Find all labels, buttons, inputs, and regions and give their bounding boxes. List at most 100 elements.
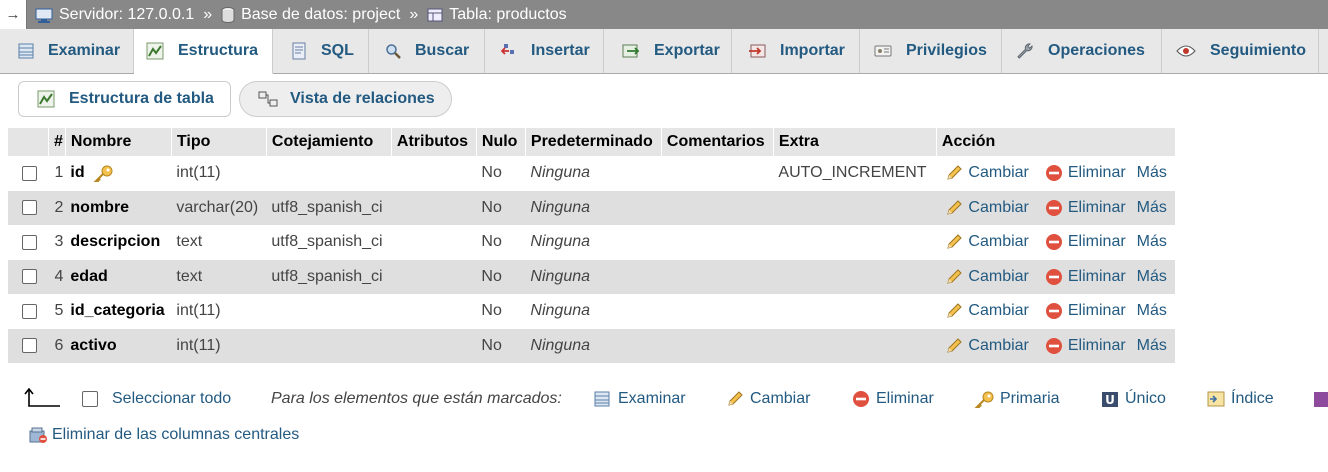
row-select[interactable] — [8, 294, 49, 329]
database-icon — [221, 6, 235, 23]
drop-button[interactable]: Eliminar — [1045, 164, 1126, 181]
row-checkbox[interactable] — [22, 338, 37, 354]
tab-importar[interactable]: Importar — [732, 29, 860, 73]
row-select[interactable] — [8, 259, 49, 294]
breadcrumb-database[interactable]: Base de datos: project — [221, 6, 400, 24]
select-all-checkbox[interactable] — [82, 391, 98, 407]
drop-button[interactable]: Eliminar — [1045, 337, 1126, 354]
change-button[interactable]: Cambiar — [945, 268, 1029, 285]
central-columns-icon — [29, 427, 47, 443]
breadcrumb-separator: » — [409, 5, 419, 23]
breadcrumb-server[interactable]: Servidor: 127.0.0.1 — [35, 6, 194, 24]
wrench-icon — [1017, 43, 1033, 59]
cell-type: text — [171, 225, 267, 260]
bulk-index-label: Índice — [1231, 390, 1274, 407]
eye-icon — [1176, 45, 1196, 57]
drop-icon — [1045, 268, 1062, 285]
tab-insertar[interactable]: Insertar — [485, 29, 604, 73]
header-comments: Comentarios — [661, 128, 774, 156]
cell-extra — [773, 190, 937, 225]
remove-central-columns-button[interactable]: Eliminar de las columnas centrales — [28, 426, 299, 444]
cell-default: Ninguna — [525, 259, 662, 294]
drop-icon — [1045, 337, 1062, 354]
tab-exportar[interactable]: Exportar — [604, 29, 732, 73]
tab-operaciones[interactable]: Operaciones — [1002, 29, 1162, 73]
pencil-icon — [947, 268, 963, 284]
subtab-relation-view[interactable]: Vista de relaciones — [239, 81, 452, 117]
drop-button[interactable]: Eliminar — [1045, 302, 1126, 319]
tab-label: Importar — [780, 42, 845, 59]
cell-extra — [773, 328, 937, 363]
more-button[interactable]: Más — [1137, 337, 1167, 354]
bulk-index-button[interactable]: Índice — [1207, 390, 1274, 408]
tab-label: Seguimiento — [1210, 42, 1307, 59]
cell-comments — [661, 328, 774, 363]
search-icon — [386, 44, 401, 59]
select-all[interactable]: Seleccionar todo — [82, 390, 231, 408]
tab-buscar[interactable]: Buscar — [369, 29, 485, 73]
column-name: id_categoria — [70, 302, 165, 320]
header-num: # — [48, 128, 66, 156]
cell-default: Ninguna — [525, 225, 662, 260]
row-checkbox[interactable] — [22, 165, 37, 181]
row-select[interactable] — [8, 156, 49, 191]
tab-privilegios[interactable]: Privilegios — [860, 29, 1002, 73]
row-checkbox[interactable] — [22, 303, 37, 319]
tab-label: Estructura — [178, 42, 259, 59]
server-icon — [35, 8, 53, 23]
bulk-unique-button[interactable]: U Único — [1101, 390, 1166, 408]
subtab-label: Estructura de tabla — [69, 90, 214, 107]
cell-collation: utf8_spanish_ci — [266, 225, 392, 260]
tab-estructura[interactable]: Estructura — [134, 29, 273, 74]
bulk-change-button[interactable]: Cambiar — [726, 390, 810, 408]
change-label: Cambiar — [968, 302, 1029, 320]
drop-button[interactable]: Eliminar — [1045, 268, 1126, 285]
drop-button[interactable]: Eliminar — [1045, 199, 1126, 216]
column-name: activo — [70, 336, 117, 354]
tab-examinar[interactable]: Examinar — [0, 29, 134, 73]
drop-icon — [853, 391, 869, 407]
header-default: Predeterminado — [525, 128, 662, 156]
tab-label: Exportar — [654, 42, 720, 59]
tab-sql[interactable]: SQL — [273, 29, 369, 73]
drop-label: Eliminar — [1067, 233, 1126, 251]
more-button[interactable]: Más — [1137, 164, 1167, 181]
drop-label: Eliminar — [1067, 336, 1126, 354]
more-button[interactable]: Más — [1137, 302, 1167, 319]
change-button[interactable]: Cambiar — [945, 302, 1029, 320]
tab-seguimiento[interactable]: Seguimiento — [1162, 29, 1319, 73]
bulk-drop-button[interactable]: Eliminar — [852, 390, 934, 408]
change-button[interactable]: Cambiar — [945, 164, 1029, 181]
with-selected-label: Para los elementos que están marcados: — [271, 390, 562, 407]
change-button[interactable]: Cambiar — [945, 233, 1029, 250]
row-select[interactable] — [8, 190, 49, 225]
breadcrumb-database-label: Base de datos: project — [241, 5, 401, 23]
select-all-label[interactable]: Seleccionar todo — [112, 390, 231, 408]
row-checkbox[interactable] — [22, 269, 37, 285]
more-button[interactable]: Más — [1137, 233, 1167, 250]
more-button[interactable]: Más — [1137, 199, 1167, 216]
collapse-arrow-icon[interactable]: → — [0, 0, 27, 29]
row-select[interactable] — [8, 328, 49, 363]
tab-label: Insertar — [531, 42, 590, 59]
subtab-table-structure[interactable]: Estructura de tabla — [18, 81, 231, 117]
drop-button[interactable]: Eliminar — [1045, 233, 1126, 250]
change-button[interactable]: Cambiar — [945, 337, 1029, 354]
breadcrumb-table[interactable]: Tabla: productos — [427, 6, 567, 24]
table-row: 5 id_categoria int(11) No Ninguna Cambiar Elim… — [8, 294, 1176, 329]
cell-default: Ninguna — [525, 156, 662, 191]
cell-name: activo — [65, 328, 172, 363]
header-null: Nulo — [476, 128, 526, 156]
row-checkbox[interactable] — [22, 200, 37, 216]
row-checkbox[interactable] — [22, 234, 37, 250]
structure-table: # Nombre Tipo Cotejamiento Atributos Nul… — [8, 128, 1176, 363]
change-button[interactable]: Cambiar — [945, 199, 1029, 216]
breadcrumb: → Servidor: 127.0.0.1 » Base de datos: p… — [0, 0, 1328, 29]
more-button[interactable]: Más — [1137, 268, 1167, 285]
bulk-spatial-button[interactable] — [1313, 390, 1328, 408]
row-select[interactable] — [8, 225, 49, 260]
bulk-browse-button[interactable]: Examinar — [594, 390, 686, 408]
svg-text:U: U — [1105, 393, 1115, 407]
header-select — [8, 128, 49, 156]
bulk-primary-button[interactable]: Primaria — [974, 390, 1060, 408]
